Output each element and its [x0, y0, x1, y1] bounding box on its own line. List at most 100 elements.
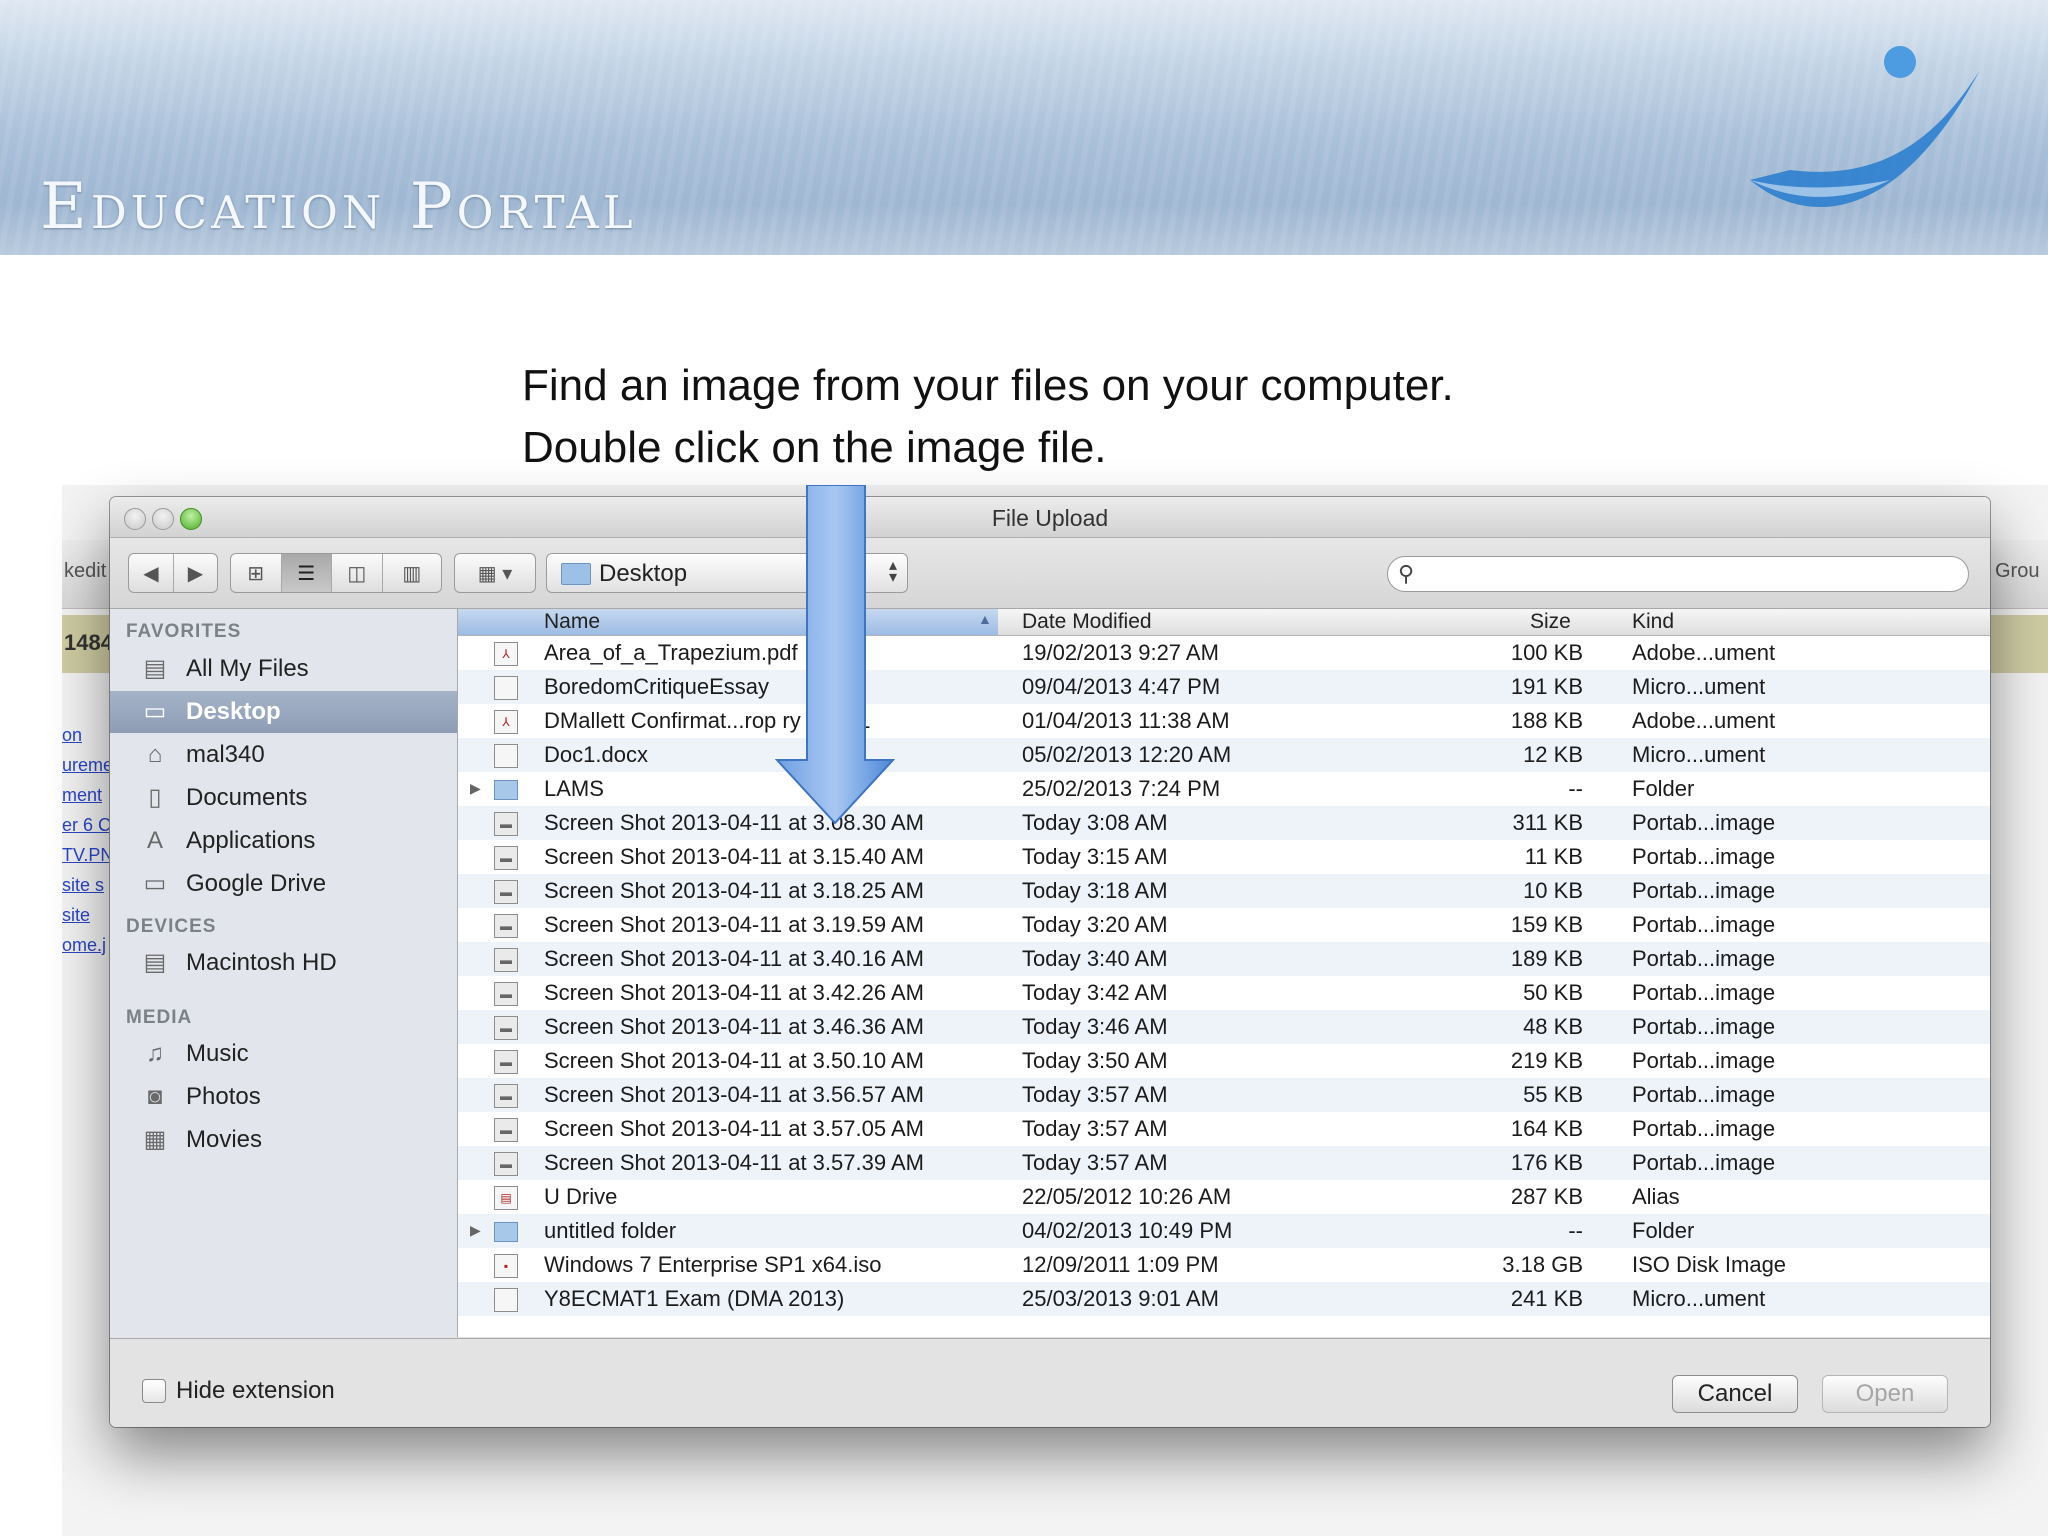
document-icon — [494, 1288, 518, 1312]
file-date-modified: Today 3:57 AM — [1022, 1116, 1168, 1141]
file-name: Windows 7 Enterprise SP1 x64.iso — [544, 1252, 882, 1277]
file-row[interactable]: ▬ Screen Shot 2013-04-11 at 3.57.05 AM Tod… — [458, 1112, 1990, 1146]
sidebar-item-desktop[interactable]: ▭ Desktop — [110, 691, 457, 733]
background-link: ment — [62, 785, 103, 805]
file-size: 100 KB — [1510, 640, 1583, 665]
forward-arrow-icon: ▶ — [187, 562, 204, 585]
column-view-icon: ◫ — [347, 562, 367, 585]
sidebar-item-label: Desktop — [186, 698, 281, 725]
sidebar-item-mal340[interactable]: ⌂ mal340 — [110, 734, 457, 776]
sidebar-item-label: Movies — [186, 1126, 263, 1153]
file-row[interactable]: ▶ LAMS 25/02/2013 7:24 PM -- Folder — [458, 772, 1990, 806]
image-file-icon: ▬ — [494, 1050, 518, 1074]
file-date-modified: 05/02/2013 12:20 AM — [1022, 742, 1232, 767]
file-date-modified: Today 3:57 AM — [1022, 1082, 1168, 1107]
file-kind: Adobe...ument — [1632, 708, 1776, 733]
all-files-icon: ▤ — [143, 655, 167, 682]
instruction-line-1: Find an image from your files on your co… — [522, 361, 1454, 410]
sidebar-item-applications[interactable]: A Applications — [110, 820, 457, 862]
file-name: Screen Shot 2013-04-11 at 3.40.16 AM — [544, 946, 924, 971]
file-row[interactable]: ⅄ DMallett Confirmat...rop ry 4 Apr1 01/04… — [458, 704, 1990, 738]
file-date-modified: Today 3:08 AM — [1022, 810, 1168, 835]
documents-icon: ▯ — [148, 784, 162, 811]
hide-extension-label: Hide extension — [176, 1377, 335, 1404]
sidebar-item-label: All My Files — [186, 655, 309, 682]
file-row[interactable]: ▬ Screen Shot 2013-04-11 at 3.19.59 AM Tod… — [458, 908, 1990, 942]
file-size: 11 KB — [1524, 844, 1583, 869]
file-size: 241 KB — [1510, 1286, 1583, 1311]
column-header-kind[interactable]: Kind — [1632, 610, 1674, 634]
file-kind: Micro...ument — [1632, 674, 1766, 699]
open-button[interactable]: Open — [1822, 1375, 1948, 1413]
file-row[interactable]: ▬ Screen Shot 2013-04-11 at 3.46.36 AM Tod… — [458, 1010, 1990, 1044]
file-date-modified: 19/02/2013 9:27 AM — [1022, 640, 1219, 665]
file-row[interactable]: Y8ECMAT1 Exam (DMA 2013) 25/03/2013 9:01 … — [458, 1282, 1990, 1316]
file-row[interactable]: BoredomCritiqueEssay 09/04/2013 4:47 PM 19… — [458, 670, 1990, 704]
file-date-modified: Today 3:42 AM — [1022, 980, 1168, 1005]
cancel-button[interactable]: Cancel — [1672, 1375, 1798, 1413]
instruction-line-2: Double click on the image file. — [522, 423, 1107, 472]
background-links: on ureme ment er 6 C TV.PN site s site ome.j — [62, 720, 113, 960]
file-row[interactable]: ▬ Screen Shot 2013-04-11 at 3.08.30 AM Tod… — [458, 806, 1990, 840]
file-name: U Drive — [544, 1184, 618, 1209]
file-list: Name ▲ Date Modified Size Kind ⅄ Area_of_… — [458, 609, 1990, 1337]
file-date-modified: Today 3:50 AM — [1022, 1048, 1168, 1073]
icon-view-button[interactable]: ⊞ — [231, 554, 282, 592]
search-input[interactable]: ⚲ — [1387, 556, 1969, 592]
file-row[interactable]: ▪ Windows 7 Enterprise SP1 x64.iso 12/09/2… — [458, 1248, 1990, 1282]
portal-logo-icon — [1750, 46, 1980, 208]
favorites-heading: FAVORITES — [126, 621, 242, 642]
sort-ascending-icon: ▲ — [978, 611, 992, 627]
sidebar-item-google-drive[interactable]: ▭ Google Drive — [110, 863, 457, 905]
sidebar-item-movies[interactable]: ▦ Movies — [110, 1119, 457, 1161]
sidebar-item-all-my-files[interactable]: ▤ All My Files — [110, 648, 457, 690]
sidebar-item-label: mal340 — [186, 741, 265, 768]
file-row[interactable]: ▬ Screen Shot 2013-04-11 at 3.50.10 AM Tod… — [458, 1044, 1990, 1078]
sidebar-item-macintosh-hd[interactable]: ▤ Macintosh HD — [110, 942, 457, 984]
file-size: 164 KB — [1510, 1116, 1583, 1141]
film-icon: ▦ — [143, 1126, 167, 1153]
file-row[interactable]: Doc1.docx 05/02/2013 12:20 AM 12 KB Micro..… — [458, 738, 1990, 772]
file-date-modified: Today 3:20 AM — [1022, 912, 1168, 937]
hide-extension-checkbox[interactable] — [142, 1379, 166, 1403]
name-column-header-bg — [458, 609, 998, 635]
background-olive-text: 1484 — [64, 630, 113, 655]
file-row[interactable]: ▬ Screen Shot 2013-04-11 at 3.18.25 AM Tod… — [458, 874, 1990, 908]
forward-button[interactable]: ▶ — [174, 554, 217, 592]
sidebar-item-label: Macintosh HD — [186, 949, 337, 976]
arrange-button[interactable]: ▦ ▾ — [455, 554, 535, 592]
file-row[interactable]: ▬ Screen Shot 2013-04-11 at 3.40.16 AM Tod… — [458, 942, 1990, 976]
column-header: Name ▲ Date Modified Size Kind — [458, 609, 1990, 636]
column-header-name[interactable]: Name — [544, 610, 600, 634]
file-row[interactable]: ▬ Screen Shot 2013-04-11 at 3.15.40 AM Tod… — [458, 840, 1990, 874]
file-name: Screen Shot 2013-04-11 at 3.57.39 AM — [544, 1150, 924, 1175]
column-header-date[interactable]: Date Modified — [1022, 610, 1152, 634]
file-row[interactable]: ⅄ Area_of_a_Trapezium.pdf 19/02/2013 9:27 … — [458, 636, 1990, 670]
disclosure-triangle-icon[interactable]: ▶ — [470, 1222, 481, 1239]
cover-flow-button[interactable]: ▥ — [383, 554, 441, 592]
file-size: 311 KB — [1512, 810, 1583, 835]
background-link: ureme — [62, 755, 114, 775]
view-mode-group: ⊞ ☰ ◫ ▥ — [230, 553, 442, 593]
file-row[interactable]: ▬ Screen Shot 2013-04-11 at 3.42.26 AM Tod… — [458, 976, 1990, 1010]
list-view-button[interactable]: ☰ — [281, 554, 333, 592]
disclosure-triangle-icon[interactable]: ▶ — [470, 780, 481, 797]
file-row[interactable]: ▬ Screen Shot 2013-04-11 at 3.57.39 AM Tod… — [458, 1146, 1990, 1180]
sidebar-item-music[interactable]: ♫ Music — [110, 1033, 457, 1075]
file-row[interactable]: ▶ untitled folder 04/02/2013 10:49 PM -- Fol… — [458, 1214, 1990, 1248]
background-toolbar-text-right: Grou — [1995, 560, 2040, 582]
cover-flow-icon: ▥ — [402, 562, 422, 585]
back-button[interactable]: ◀ — [129, 554, 174, 592]
file-row[interactable]: ▤ U Drive 22/05/2012 10:26 AM 287 KB Alias — [458, 1180, 1990, 1214]
file-row[interactable]: ▬ Screen Shot 2013-04-11 at 3.56.57 AM Tod… — [458, 1078, 1990, 1112]
column-view-button[interactable]: ◫ — [332, 554, 383, 592]
folder-icon — [494, 780, 518, 800]
file-size: -- — [1568, 1218, 1583, 1243]
file-size: 12 KB — [1523, 742, 1583, 767]
column-header-size[interactable]: Size — [1530, 610, 1571, 634]
sidebar-item-photos[interactable]: ◙ Photos — [110, 1076, 457, 1118]
search-icon: ⚲ — [1398, 561, 1415, 586]
file-date-modified: Today 3:18 AM — [1022, 878, 1168, 903]
background-link: er 6 C — [62, 815, 112, 835]
sidebar-item-documents[interactable]: ▯ Documents — [110, 777, 457, 819]
